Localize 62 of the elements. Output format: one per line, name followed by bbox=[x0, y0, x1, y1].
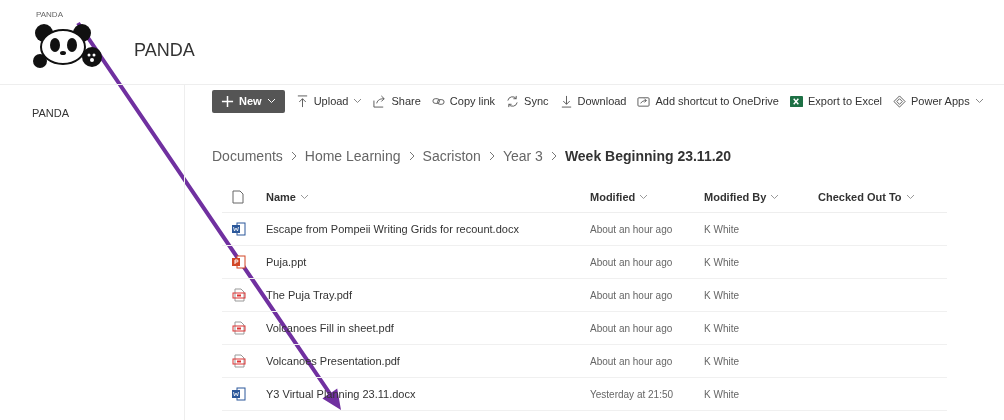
modified-cell-text: About an hour ago bbox=[590, 289, 674, 301]
modified-cell-text: About an hour ago bbox=[590, 223, 674, 235]
modified-cell-text: About an hour ago bbox=[590, 355, 674, 367]
file-type-icon bbox=[232, 190, 244, 204]
chevron-separator-icon bbox=[550, 151, 557, 161]
upload-icon bbox=[295, 94, 309, 108]
toolbar-button[interactable]: Upload bbox=[295, 94, 363, 108]
site-label: PANDA bbox=[36, 10, 64, 19]
toolbar-button[interactable]: Sync bbox=[506, 94, 549, 108]
column-header[interactable]: Modified bbox=[590, 191, 704, 203]
pdf-icon bbox=[232, 354, 246, 368]
modified-cell-text: About an hour ago bbox=[590, 322, 674, 334]
site-title: PANDA bbox=[134, 40, 195, 61]
toolbar-button[interactable]: Power Apps bbox=[893, 94, 984, 108]
column-header[interactable]: Name bbox=[266, 191, 590, 203]
column-header[interactable]: Modified By bbox=[704, 191, 818, 203]
column-header[interactable]: Checked Out To bbox=[818, 191, 958, 203]
breadcrumb-link[interactable]: Week Beginning 23.11.20 bbox=[564, 148, 732, 164]
diamond-icon bbox=[893, 94, 906, 108]
chevron-icon bbox=[905, 194, 915, 200]
chevron-separator-icon bbox=[408, 151, 415, 161]
breadcrumb-link[interactable]: Home Learning bbox=[304, 148, 401, 164]
file-name-link[interactable]: Escape from Pompeii Writing Grids for recount.docx bbox=[266, 223, 590, 235]
chevron-icon bbox=[299, 194, 309, 200]
share-icon bbox=[373, 94, 387, 108]
chevron-separator-icon bbox=[488, 151, 495, 161]
modified-by-cell-text: K White bbox=[704, 322, 740, 334]
modified-by-cell-text: K White bbox=[704, 256, 740, 268]
pdf-icon bbox=[232, 321, 246, 335]
file-name-link[interactable]: The Puja Tray.pdf bbox=[266, 289, 590, 301]
toolbar-button[interactable]: Add shortcut to OneDrive bbox=[637, 94, 779, 108]
breadcrumb-link[interactable]: Documents bbox=[212, 148, 283, 164]
modified-by-cell-text: K White bbox=[704, 388, 740, 400]
chevron-icon bbox=[639, 194, 649, 200]
chevron-icon bbox=[770, 194, 780, 200]
plus-icon bbox=[221, 94, 234, 108]
toolbar-button[interactable]: Share bbox=[373, 94, 421, 108]
spreadsheet-icon bbox=[790, 94, 803, 108]
file-name-link[interactable]: Puja.ppt bbox=[266, 256, 590, 268]
chevron-icon bbox=[353, 98, 363, 104]
sync-icon bbox=[506, 94, 520, 108]
breadcrumb-link[interactable]: Sacriston bbox=[422, 148, 481, 164]
presentation-icon bbox=[232, 255, 246, 269]
modified-by-cell-text: K White bbox=[704, 289, 740, 301]
toolbar-button[interactable]: Download bbox=[559, 94, 627, 108]
chevron-icon bbox=[266, 98, 276, 104]
download-icon bbox=[559, 94, 573, 108]
toolbar-button[interactable]: Export to Excel bbox=[790, 94, 882, 108]
modified-cell-text: Yesterday at 21:50 bbox=[590, 388, 675, 400]
nav-link[interactable]: PANDA bbox=[32, 107, 70, 119]
modified-cell-text: About an hour ago bbox=[590, 256, 674, 268]
breadcrumb-link[interactable]: Year 3 bbox=[502, 148, 543, 164]
modified-by-cell-text: K White bbox=[704, 355, 740, 367]
chevron-separator-icon bbox=[290, 151, 297, 161]
pdf-icon bbox=[232, 288, 246, 302]
document-icon bbox=[232, 387, 246, 401]
toolbar-button[interactable]: Copy link bbox=[431, 94, 496, 108]
document-icon bbox=[232, 222, 246, 236]
chevron-icon bbox=[974, 98, 984, 104]
shortcut-icon bbox=[637, 94, 651, 108]
modified-by-cell-text: K White bbox=[704, 223, 740, 235]
new-button[interactable]: New bbox=[212, 89, 285, 113]
